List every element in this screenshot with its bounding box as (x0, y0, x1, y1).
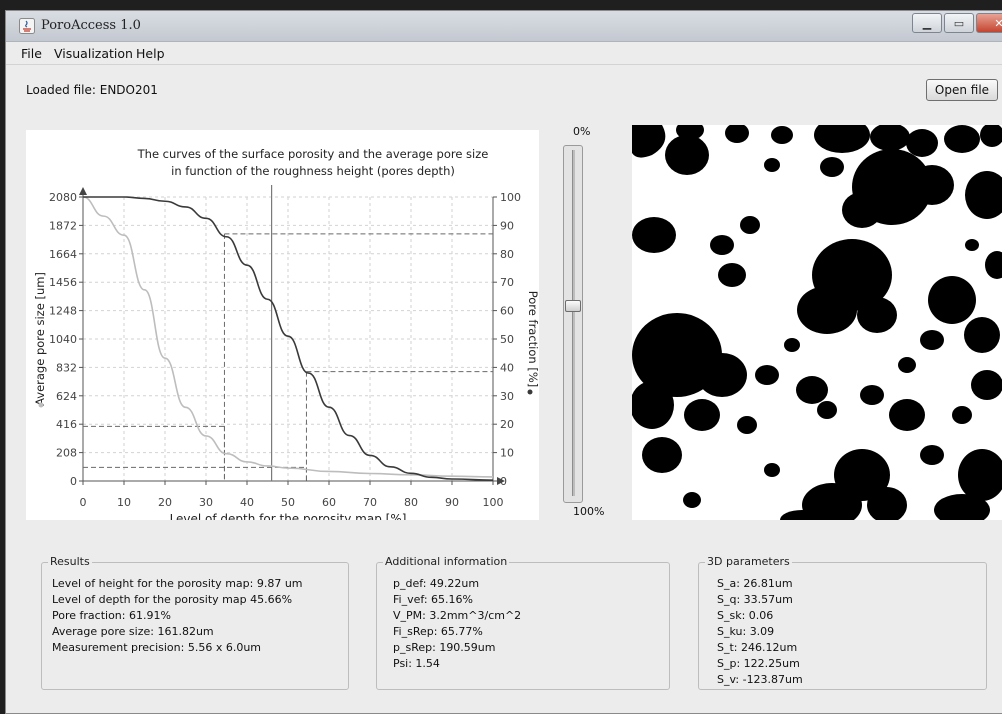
results-line: Pore fraction: 61.91% (52, 609, 171, 622)
app-window: PoroAccess 1.0 ▁ ▭ ✕ File Visualization … (5, 10, 1002, 714)
additional-info-line: p_sRep: 190.59um (393, 641, 496, 654)
x-tick-label: 50 (281, 496, 295, 509)
additional-info-line: V_PM: 3.2mm^3/cm^2 (393, 609, 522, 622)
x-tick-label: 100 (483, 496, 504, 509)
additional-info-title: Additional information (383, 555, 510, 568)
y-tick-label-right: 100 (500, 191, 521, 204)
y-tick-label-left: 416 (56, 418, 77, 431)
x-tick-label: 0 (80, 496, 87, 509)
slider-top-label: 0% (573, 125, 591, 138)
y-axis-arrow (79, 187, 87, 195)
y-axis-label-left: Average pore size [um] (33, 272, 47, 406)
loaded-file-label: Loaded file: ENDO201 (26, 83, 158, 97)
porosity-chart: 0 10 20 30 40 50 60 70 80 90 100 0 208 416 624 832 1040 1… (26, 130, 539, 520)
results-panel: Results Level of height for the porosity… (41, 555, 349, 690)
java-app-icon (19, 18, 35, 34)
menu-visualization[interactable]: Visualization (54, 46, 133, 61)
series-marker-pore-size (38, 402, 44, 408)
minimize-icon: ▁ (922, 16, 932, 30)
maximize-button[interactable]: ▭ (944, 13, 974, 33)
close-icon: ✕ (994, 17, 1002, 30)
x-tick-label: 70 (363, 496, 377, 509)
porosity-map-image (632, 125, 1002, 520)
y-tick-label-left: 832 (56, 361, 77, 374)
results-line: Measurement precision: 5.56 x 6.0um (52, 641, 262, 654)
y-tick-label-right: 80 (500, 248, 514, 261)
y-tick-label-right: 10 (500, 447, 514, 460)
3d-parameter-line: S_sk: 0.06 (717, 609, 774, 622)
maximize-icon: ▭ (953, 16, 965, 30)
chart-title: The curves of the surface porosity and t… (137, 147, 489, 161)
y-tick-label-right: 20 (500, 418, 514, 431)
additional-info-line: Fi_sRep: 65.77% (393, 625, 483, 638)
y-tick-label-right: 70 (500, 276, 514, 289)
3d-parameter-line: S_q: 33.57um (717, 593, 793, 606)
title-bar: PoroAccess 1.0 ▁ ▭ ✕ (6, 11, 1002, 42)
y-tick-label-left: 1040 (49, 333, 77, 346)
additional-info-line: p_def: 49.22um (393, 577, 480, 590)
x-tick-label: 10 (117, 496, 131, 509)
y-axis-label-right: Pore fraction [%] (526, 291, 539, 388)
3d-parameter-line: S_a: 26.81um (717, 577, 793, 590)
window-title: PoroAccess 1.0 (41, 18, 141, 33)
x-tick-label: 90 (445, 496, 459, 509)
slider-bottom-label: 100% (573, 505, 605, 518)
results-line: Average pore size: 161.82um (52, 625, 214, 638)
y-tick-label-left: 1248 (49, 305, 77, 318)
y-tick-label-left: 1456 (49, 276, 77, 289)
close-button[interactable]: ✕ (976, 13, 1002, 33)
3d-parameter-line: S_t: 246.12um (717, 641, 798, 654)
y-tick-label-left: 1664 (49, 248, 77, 261)
menu-bar: File Visualization Help (6, 42, 1002, 65)
y-tick-label-right: 60 (500, 305, 514, 318)
additional-info-line: Fi_vef: 65.16% (393, 593, 473, 606)
additional-info-panel: Additional information p_def: 49.22um Fi… (376, 555, 670, 690)
3d-parameter-line: S_v: -123.87um (717, 673, 803, 686)
x-tick-label: 30 (199, 496, 213, 509)
open-file-button[interactable]: Open file (926, 79, 998, 101)
minimize-button[interactable]: ▁ (912, 13, 942, 33)
results-line: Level of height for the porosity map: 9.… (52, 577, 303, 590)
3d-parameter-line: S_ku: 3.09 (717, 625, 775, 638)
slider-groove (572, 150, 575, 496)
porosity-chart-svg: 0 10 20 30 40 50 60 70 80 90 100020841662483210401… (33, 147, 539, 520)
y-tick-label-right: 30 (500, 390, 514, 403)
x-tick-label: 80 (404, 496, 418, 509)
series-marker-pore-fraction (527, 389, 533, 395)
porosity-map-svg (632, 125, 1002, 520)
slider-thumb[interactable] (565, 300, 581, 313)
menu-file[interactable]: File (21, 46, 42, 61)
y-tick-label-right: 0 (500, 475, 507, 488)
menu-help[interactable]: Help (136, 46, 165, 61)
y-tick-label-right: 40 (500, 361, 514, 374)
chart-subtitle: in function of the roughness height (por… (171, 164, 455, 178)
y-tick-label-left: 1872 (49, 219, 77, 232)
x-axis-label: Level of depth for the porosity map [%] (170, 512, 407, 520)
y-tick-label-right: 90 (500, 219, 514, 232)
results-line: Level of depth for the porosity map 45.6… (52, 593, 293, 606)
results-title: Results (48, 555, 92, 568)
y-tick-label-left: 624 (56, 390, 77, 403)
y-tick-label-right: 50 (500, 333, 514, 346)
y-tick-label-left: 2080 (49, 191, 77, 204)
x-tick-label: 60 (322, 496, 336, 509)
y-tick-label-left: 0 (70, 475, 77, 488)
x-tick-label: 40 (240, 496, 254, 509)
3d-parameters-panel: 3D parameters S_a: 26.81um S_q: 33.57um … (698, 555, 987, 690)
y-tick-label-left: 208 (56, 447, 77, 460)
3d-parameters-title: 3D parameters (705, 555, 792, 568)
x-tick-label: 20 (158, 496, 172, 509)
depth-slider[interactable] (563, 145, 583, 503)
additional-info-line: Psi: 1.54 (393, 657, 440, 670)
3d-parameter-line: S_p: 122.25um (717, 657, 800, 670)
